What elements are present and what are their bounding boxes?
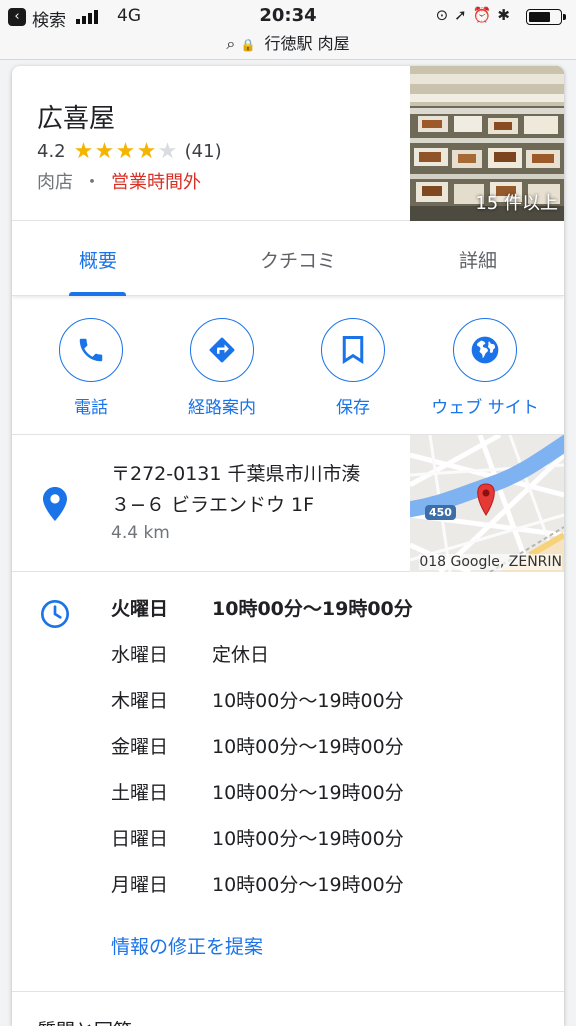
location-icon: ➚ bbox=[454, 6, 473, 24]
directions-button[interactable]: 経路案内 bbox=[156, 318, 288, 418]
day-label: 火曜日 bbox=[111, 598, 169, 620]
star-icon: ★ bbox=[73, 139, 94, 164]
website-label: ウェブ サイト bbox=[431, 398, 539, 418]
hours-value: 10時00分～19時00分 bbox=[212, 782, 404, 804]
star-rating: ★ ★ ★ ★ ★ bbox=[74, 139, 179, 164]
call-button[interactable]: 電話 bbox=[25, 318, 157, 418]
lock-icon: 🔒 bbox=[240, 38, 256, 52]
day-label: 水曜日 bbox=[111, 644, 169, 666]
suggest-edit-link[interactable]: 情報の修正を提案 bbox=[111, 932, 263, 959]
action-buttons: 電話 経路案内 保存 ウェブ サイト bbox=[12, 297, 564, 435]
directions-icon bbox=[209, 337, 235, 363]
call-label: 電話 bbox=[74, 398, 108, 418]
hours-row-today: 火曜日 10時00分～19時00分 bbox=[111, 594, 413, 621]
hours-row: 金曜日 10時00分～19時00分 bbox=[111, 732, 404, 759]
photo-count: 15 件以上 bbox=[475, 193, 558, 214]
hours-value: 定休日 bbox=[212, 644, 270, 666]
directions-label: 経路案内 bbox=[188, 398, 256, 418]
map-image bbox=[410, 435, 564, 572]
category: 肉店 bbox=[37, 172, 73, 193]
separator: ・ bbox=[83, 172, 101, 193]
tab-bar: 概要 クチコミ 詳細 bbox=[12, 222, 564, 296]
rotation-lock-icon: ⊙ bbox=[435, 6, 455, 24]
day-label: 日曜日 bbox=[111, 828, 169, 850]
save-button[interactable]: 保存 bbox=[287, 318, 419, 418]
open-status: 営業時間外 bbox=[111, 172, 201, 193]
star-empty-icon: ★ bbox=[157, 139, 178, 164]
phone-icon bbox=[79, 338, 103, 362]
hours-row: 月曜日 10時00分～19時00分 bbox=[111, 870, 404, 897]
day-label: 土曜日 bbox=[111, 782, 169, 804]
hours-value: 10時00分～19時00分 bbox=[212, 736, 404, 758]
url-bar[interactable]: ⌕ 🔒 行徳駅 肉屋 bbox=[0, 32, 576, 60]
review-count: (41) bbox=[184, 141, 222, 162]
hours-row: 日曜日 10時00分～19時00分 bbox=[111, 824, 404, 851]
place-header: 広喜屋 4.2 ★ ★ ★ ★ ★ (41) 肉店・営業時間外 15 件以上 bbox=[12, 66, 564, 221]
bookmark-icon bbox=[342, 336, 364, 364]
day-label: 月曜日 bbox=[111, 874, 169, 896]
website-button-circle bbox=[453, 318, 517, 382]
place-photo[interactable]: 15 件以上 bbox=[410, 66, 564, 221]
bluetooth-icon: ✱ bbox=[497, 6, 516, 24]
location-pin-icon bbox=[43, 487, 67, 521]
address-line-1: 〒272-0131 千葉県市川市湊 bbox=[111, 463, 361, 485]
directions-button-circle bbox=[190, 318, 254, 382]
qa-section-title[interactable]: 質問と回答 bbox=[37, 1016, 132, 1026]
clock-icon bbox=[41, 600, 69, 628]
tab-details[interactable]: 詳細 bbox=[418, 246, 538, 273]
route-shield: 450 bbox=[425, 505, 456, 520]
place-name: 広喜屋 bbox=[37, 104, 116, 134]
star-icon: ★ bbox=[115, 139, 136, 164]
address-line-2: ３−６ ビラエンドウ 1F bbox=[111, 494, 315, 516]
rating-value: 4.2 bbox=[37, 141, 66, 162]
star-icon: ★ bbox=[136, 139, 157, 164]
status-icons: ⊙➚⏰✱ bbox=[436, 6, 516, 24]
website-button[interactable]: ウェブ サイト bbox=[419, 318, 551, 418]
address-section[interactable]: 〒272-0131 千葉県市川市湊 ３−６ ビラエンドウ 1F 4.4 km 4… bbox=[12, 435, 564, 572]
tab-overview[interactable]: 概要 bbox=[38, 246, 158, 273]
distance: 4.4 km bbox=[111, 523, 170, 543]
save-label: 保存 bbox=[336, 398, 370, 418]
hours-value: 10時00分～19時00分 bbox=[212, 874, 404, 896]
hours-value: 10時00分～19時00分 bbox=[212, 690, 404, 712]
star-icon: ★ bbox=[94, 139, 115, 164]
hours-row: 土曜日 10時00分～19時00分 bbox=[111, 778, 404, 805]
map-thumbnail[interactable]: 450 018 Google, ZENRIN bbox=[410, 435, 564, 572]
active-tab-indicator bbox=[69, 292, 126, 296]
hours-row: 木曜日 10時00分～19時00分 bbox=[111, 686, 404, 713]
save-button-circle bbox=[321, 318, 385, 382]
day-label: 木曜日 bbox=[111, 690, 169, 712]
url-text: 行徳駅 肉屋 bbox=[264, 34, 350, 53]
map-credit: 018 Google, ZENRIN bbox=[419, 554, 562, 570]
call-button-circle bbox=[59, 318, 123, 382]
category-row: 肉店・営業時間外 bbox=[37, 168, 201, 194]
status-bar: ‹ 検索 4G 20:34 ⊙➚⏰✱ bbox=[0, 0, 576, 32]
battery-icon bbox=[526, 9, 566, 25]
day-label: 金曜日 bbox=[111, 736, 169, 758]
search-icon: ⌕ bbox=[226, 34, 236, 53]
tab-reviews[interactable]: クチコミ bbox=[238, 246, 358, 273]
rating-row[interactable]: 4.2 ★ ★ ★ ★ ★ (41) bbox=[37, 139, 222, 164]
hours-section[interactable]: 火曜日 10時00分～19時00分 水曜日 定休日 木曜日 10時00分～19時00分… bbox=[12, 572, 564, 992]
hours-value: 10時00分～19時00分 bbox=[212, 828, 404, 850]
globe-icon bbox=[471, 336, 499, 364]
alarm-icon: ⏰ bbox=[472, 6, 498, 24]
hours-value: 10時00分～19時00分 bbox=[212, 598, 413, 620]
place-card: 広喜屋 4.2 ★ ★ ★ ★ ★ (41) 肉店・営業時間外 15 件以上 概… bbox=[12, 66, 564, 1026]
hours-row: 水曜日 定休日 bbox=[111, 640, 269, 667]
